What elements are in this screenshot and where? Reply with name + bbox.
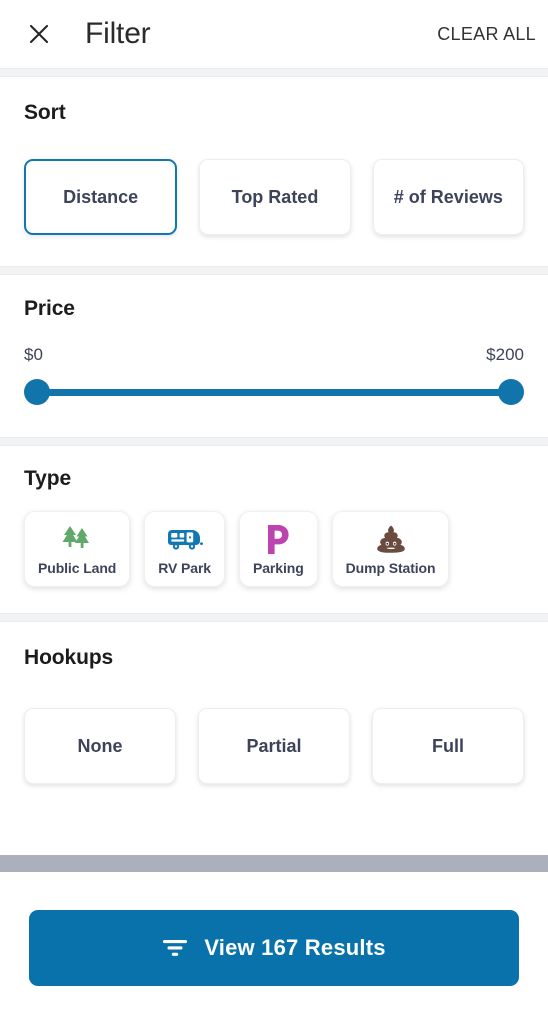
sort-option-num-reviews[interactable]: # of Reviews — [372, 159, 524, 235]
slider-handle-max[interactable] — [498, 379, 524, 405]
price-range-labels: $0 $200 — [24, 345, 524, 365]
hookups-title: Hookups — [24, 646, 114, 669]
hookups-option-full[interactable]: Full — [372, 708, 524, 784]
dump-station-icon — [376, 523, 406, 555]
price-max-label: $200 — [486, 345, 524, 364]
sort-options: Distance Top Rated # of Reviews — [24, 159, 524, 235]
close-icon[interactable] — [22, 17, 56, 51]
type-option-label: Parking — [253, 560, 304, 576]
section-divider — [0, 266, 548, 275]
type-option-label: Dump Station — [345, 560, 436, 576]
type-option-label: RV Park — [158, 560, 211, 576]
section-divider — [0, 68, 548, 77]
sort-section: Sort Distance Top Rated # of Reviews — [0, 77, 548, 266]
page-title: Filter — [85, 17, 151, 50]
slider-handle-min[interactable] — [24, 379, 50, 405]
hookups-section: Hookups None Partial Full — [0, 622, 548, 784]
sort-option-label: # of Reviews — [393, 186, 503, 207]
header-bar: Filter CLEAR ALL — [0, 0, 548, 68]
hookups-option-label: Full — [432, 735, 464, 756]
type-option-label: Public Land — [38, 560, 117, 576]
filter-funnel-icon — [162, 937, 188, 959]
section-divider — [0, 437, 548, 446]
section-divider — [0, 613, 548, 622]
type-options: Public Land RV Park Parking Dump Station — [24, 511, 524, 587]
sort-option-top-rated[interactable]: Top Rated — [199, 159, 351, 235]
view-results-label: View 167 Results — [204, 935, 386, 960]
slider-selected-range — [37, 388, 511, 396]
type-option-parking[interactable]: Parking — [239, 511, 318, 587]
view-results-button[interactable]: View 167 Results — [29, 910, 519, 986]
type-option-public-land[interactable]: Public Land — [24, 511, 131, 587]
pine-trees-icon — [60, 523, 94, 555]
price-range-slider[interactable] — [24, 375, 524, 409]
hookups-option-partial[interactable]: Partial — [198, 708, 350, 784]
hookups-option-label: None — [77, 735, 123, 756]
price-section: Price $0 $200 — [0, 275, 548, 437]
hookups-option-label: Partial — [246, 735, 302, 756]
filter-screen: Filter CLEAR ALL Sort Distance Top Rated… — [0, 0, 548, 1024]
horizontal-scrollbar[interactable] — [0, 855, 548, 872]
sort-title: Sort — [24, 101, 66, 124]
parking-p-icon — [265, 523, 291, 555]
price-min-label: $0 — [24, 345, 43, 364]
hookups-options: None Partial Full — [24, 708, 524, 784]
clear-all-button[interactable]: CLEAR ALL — [437, 24, 536, 45]
footer-bar: View 167 Results — [0, 872, 548, 1024]
travel-trailer-icon — [167, 523, 203, 555]
type-option-dump-station[interactable]: Dump Station — [331, 511, 450, 587]
hookups-option-none[interactable]: None — [24, 708, 176, 784]
sort-option-distance[interactable]: Distance — [24, 159, 178, 235]
type-option-rv-park[interactable]: RV Park — [144, 511, 225, 587]
sort-option-label: Top Rated — [231, 186, 319, 207]
type-title: Type — [24, 467, 72, 490]
price-title: Price — [24, 297, 75, 320]
sort-option-label: Distance — [63, 186, 139, 207]
type-section: Type Public Land RV Park Parking Dump St… — [0, 446, 548, 613]
